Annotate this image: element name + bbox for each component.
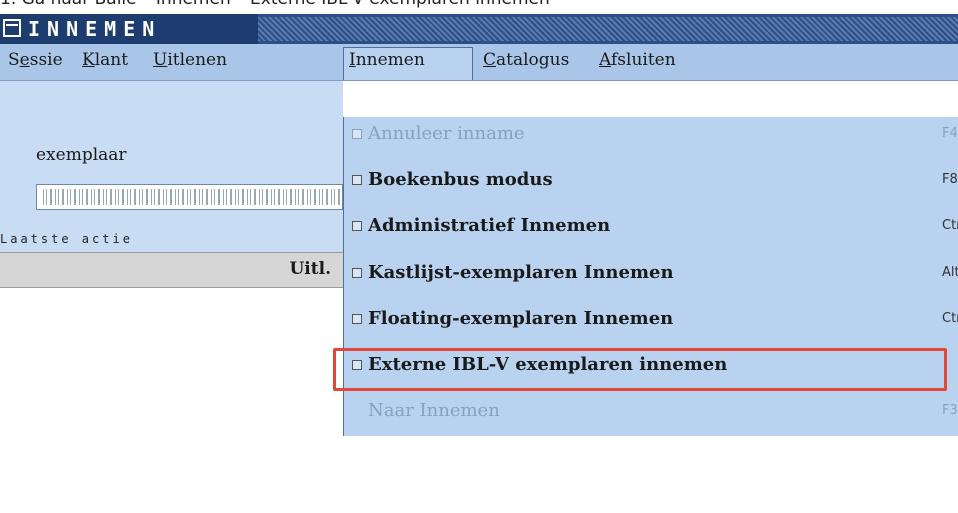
menu-catalogus[interactable]: Catalogus bbox=[483, 50, 569, 70]
highlight-annotation bbox=[333, 348, 947, 391]
checkbox-icon bbox=[352, 268, 362, 278]
title-box: INNEMEN bbox=[0, 14, 258, 44]
menu-sessie[interactable]: Sessie bbox=[8, 50, 63, 70]
left-panel: exemplaar Laatste actie Uitl. bbox=[0, 81, 343, 513]
checkbox-icon bbox=[352, 314, 362, 324]
menu-item-naar-innemen[interactable]: Naar Innemen F3 bbox=[344, 394, 958, 434]
checkbox-icon bbox=[352, 175, 362, 185]
menu-item-kastlijst-exemplaren-innemen[interactable]: Kastlijst-exemplaren Innemen Alt-F8 bbox=[344, 256, 958, 296]
menu-item-label: Administratief Innemen bbox=[368, 215, 611, 236]
window-title: INNEMEN bbox=[28, 17, 162, 41]
menu-item-floating-exemplaren-innemen[interactable]: Floating-exemplaren Innemen Ctrl-F10 bbox=[344, 302, 958, 342]
instruction-caption: 1. Ga naar Balie – Innemen – Externe IBL… bbox=[0, 0, 958, 11]
menu-innemen[interactable]: Innemen bbox=[349, 50, 425, 70]
barcode-input[interactable] bbox=[36, 184, 343, 210]
title-bar: INNEMEN bbox=[0, 14, 958, 44]
result-list[interactable] bbox=[0, 288, 343, 513]
table-header: Uitl. bbox=[0, 252, 343, 288]
menu-item-boekenbus-modus[interactable]: Boekenbus modus F8 bbox=[344, 163, 958, 203]
menu-uitlenen[interactable]: Uitlenen bbox=[153, 50, 227, 70]
exemplaar-label: exemplaar bbox=[36, 145, 127, 165]
checkbox-icon bbox=[352, 129, 362, 139]
menu-item-label: Kastlijst-exemplaren Innemen bbox=[368, 262, 674, 283]
menu-klant[interactable]: Klant bbox=[82, 50, 128, 70]
shortcut-label: F3 bbox=[942, 403, 958, 418]
menu-item-label: Boekenbus modus bbox=[368, 169, 553, 190]
barcode-placeholder-icon bbox=[43, 189, 342, 205]
window-menu-icon[interactable] bbox=[3, 19, 21, 37]
shortcut-label: Alt-F8 bbox=[942, 265, 958, 280]
shortcut-label: Ctrl-F8 bbox=[942, 218, 958, 233]
menu-item-label: Floating-exemplaren Innemen bbox=[368, 308, 674, 329]
laatste-actie-label: Laatste actie bbox=[0, 232, 133, 246]
menu-item-label: Annuleer inname bbox=[368, 123, 525, 144]
shortcut-label: Ctrl-F10 bbox=[942, 311, 958, 326]
shortcut-label: F4 bbox=[942, 126, 958, 141]
menu-item-administratief-innemen[interactable]: Administratief Innemen Ctrl-F8 bbox=[344, 209, 958, 249]
shortcut-label: F8 bbox=[942, 172, 958, 187]
menu-bar: Sessie Klant Uitlenen Innemen Catalogus … bbox=[0, 44, 958, 81]
column-uitl[interactable]: Uitl. bbox=[289, 259, 331, 279]
menu-item-annuleer-inname[interactable]: Annuleer inname F4 bbox=[344, 117, 958, 157]
menu-afsluiten[interactable]: Afsluiten bbox=[599, 50, 676, 70]
checkbox-icon bbox=[352, 221, 362, 231]
title-bar-pattern bbox=[258, 17, 958, 41]
menu-item-label: Naar Innemen bbox=[368, 400, 500, 421]
